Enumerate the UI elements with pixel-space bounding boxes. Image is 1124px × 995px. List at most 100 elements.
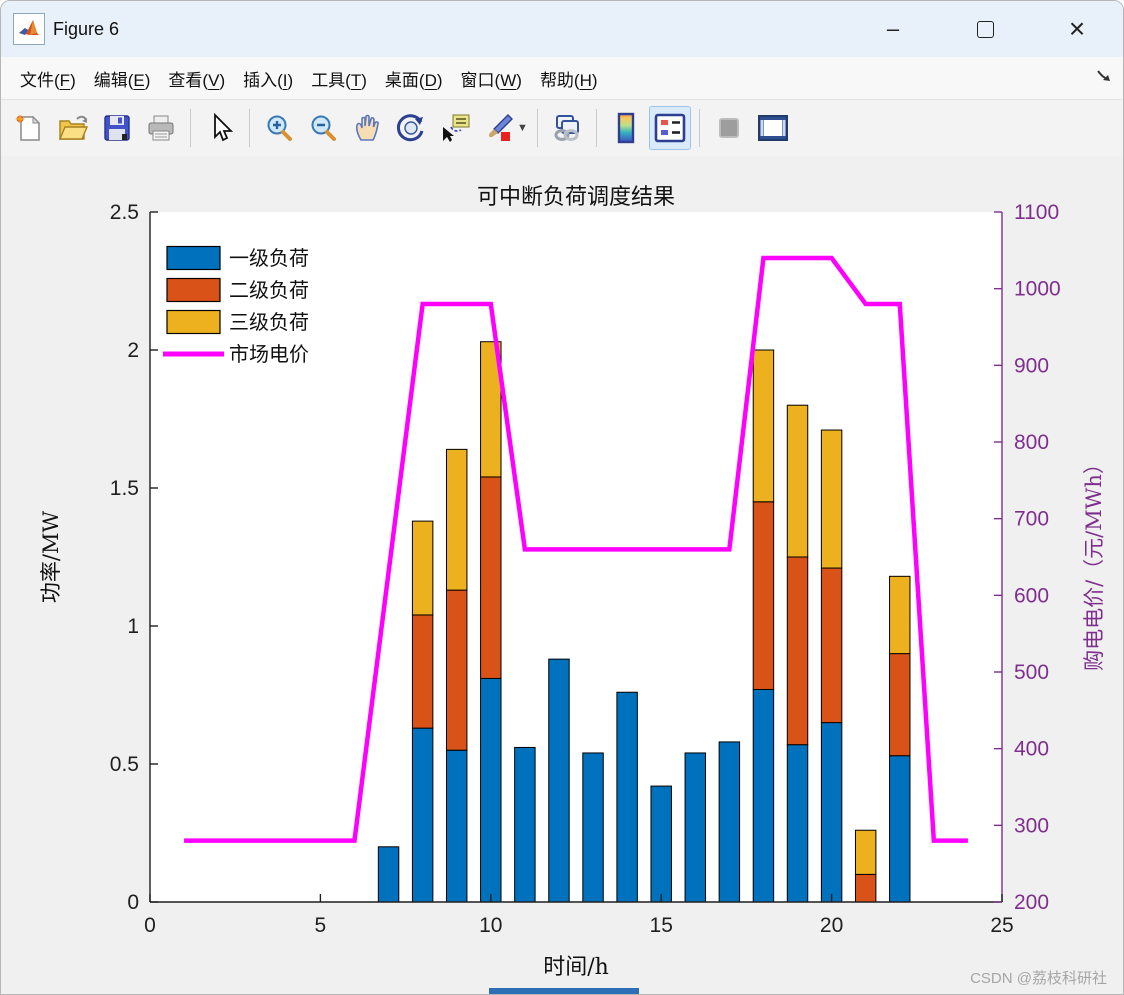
bar-segment — [752, 501, 775, 690]
bar-segment — [786, 744, 809, 903]
y-left-tick-label: 0.5 — [110, 753, 139, 776]
menu-file[interactable]: 文件(F) — [11, 60, 85, 97]
menu-desktop[interactable]: 桌面(D) — [376, 60, 452, 97]
y-right-tick-label: 800 — [1014, 431, 1049, 454]
legend-label: 二级负荷 — [229, 278, 309, 302]
bar-segment — [480, 677, 502, 903]
y-right-tick-label: 1000 — [1014, 278, 1061, 301]
bar-segment — [548, 658, 570, 903]
matlab-logo-icon — [13, 13, 45, 45]
zoom-in-icon[interactable] — [258, 106, 300, 150]
brush-data-icon[interactable] — [478, 106, 520, 150]
x-tick-label: 10 — [479, 914, 502, 937]
bar-segment — [616, 691, 638, 903]
y-left-axis-label: 功率/MW — [39, 511, 63, 604]
legend-label: 三级负荷 — [229, 310, 309, 334]
bar-segment — [752, 688, 775, 903]
brush-dropdown-caret[interactable]: ▼ — [517, 122, 528, 134]
figure-window: Figure 6 – × 文件(F) 编辑(E) 查看(V) 插入(I) 工具(… — [0, 0, 1124, 995]
bar-segment — [445, 589, 468, 751]
x-tick-label: 20 — [820, 914, 843, 937]
insert-colorbar-icon[interactable] — [605, 106, 647, 150]
bar-segment — [889, 755, 911, 903]
toolbar-separator — [595, 109, 597, 147]
close-button[interactable]: × — [1031, 1, 1123, 57]
bar-segment — [820, 567, 843, 724]
bar-segment — [411, 614, 434, 729]
y-right-tick-label: 300 — [1014, 814, 1049, 837]
x-axis-label: 时间/h — [543, 955, 609, 980]
hide-plot-tools-icon[interactable] — [708, 106, 750, 150]
legend-label: 一级负荷 — [229, 246, 309, 270]
toolbar-separator — [249, 109, 250, 147]
dock-figure-icon[interactable] — [1095, 67, 1113, 90]
x-tick-label: 5 — [315, 914, 327, 937]
bar-segment — [820, 722, 843, 903]
menu-insert[interactable]: 插入(I) — [234, 60, 302, 97]
bar-segment — [786, 404, 809, 558]
maximize-button[interactable] — [939, 1, 1031, 57]
x-tick-label: 0 — [144, 914, 156, 937]
legend-swatch — [166, 245, 221, 271]
menu-help[interactable]: 帮助(H) — [531, 60, 607, 97]
bar-segment — [889, 653, 911, 757]
bar-segment — [854, 873, 877, 903]
y-left-tick-label: 0 — [127, 891, 139, 914]
chart-title: 可中断负荷调度结果 — [477, 185, 675, 210]
legend-label: 市场电价 — [229, 342, 309, 366]
title-bar: Figure 6 – × — [1, 1, 1123, 57]
save-figure-icon[interactable] — [96, 106, 138, 150]
y-left-tick-label: 2.5 — [110, 201, 139, 224]
bar-segment — [582, 752, 604, 903]
toolbar-separator — [190, 109, 191, 147]
minimize-button[interactable]: – — [847, 1, 939, 57]
rotate-3d-icon[interactable] — [390, 106, 432, 150]
y-right-tick-label: 400 — [1014, 738, 1049, 761]
y-left-tick-label: 2 — [127, 339, 139, 362]
window-title: Figure 6 — [53, 18, 120, 39]
bar-segment — [445, 448, 468, 591]
maximize-icon — [976, 20, 994, 38]
figure-toolbar: ▼ — [1, 100, 1123, 157]
bar-segment — [411, 727, 434, 903]
bar-segment — [514, 746, 536, 903]
y-right-tick-label: 700 — [1014, 508, 1049, 531]
toolbar-separator — [698, 109, 700, 147]
background-window-fragment — [489, 988, 639, 994]
bar-segment — [650, 785, 672, 903]
data-cursor-icon[interactable] — [434, 106, 476, 150]
y-right-tick-label: 200 — [1014, 891, 1049, 914]
y-right-tick-label: 1100 — [1014, 201, 1059, 224]
zoom-out-icon[interactable] — [302, 106, 344, 150]
legend-swatch — [166, 309, 221, 335]
menu-window[interactable]: 窗口(W) — [452, 60, 531, 97]
chart: 0 0.5 1 1.5 2 2.5 0 5 10 15 20 25200 300 400 500 600 700… — [39, 185, 1106, 980]
x-tick-label: 15 — [650, 914, 673, 937]
menu-view[interactable]: 查看(V) — [159, 60, 234, 97]
watermark: CSDN @荔枝科研社 — [970, 970, 1107, 987]
show-plot-tools-dock-icon[interactable] — [752, 106, 794, 150]
pan-hand-icon[interactable] — [346, 106, 388, 150]
figure-canvas: 0 0.5 1 1.5 2 2.5 0 5 10 15 20 25 200 300 400 500 600 700… — [1, 156, 1123, 994]
insert-legend-icon[interactable] — [648, 106, 691, 150]
menu-edit[interactable]: 编辑(E) — [85, 60, 160, 97]
link-plot-icon[interactable] — [546, 106, 588, 150]
y-left-tick-label: 1.5 — [110, 477, 139, 500]
x-tick-label: 25 — [990, 914, 1013, 937]
edit-plot-pointer-icon[interactable] — [199, 106, 241, 150]
bar-segment — [684, 752, 707, 903]
bar-segment — [480, 476, 502, 679]
new-figure-icon[interactable] — [8, 106, 50, 150]
y-right-axis-label: 购电电价/（元/MWh） — [1082, 453, 1106, 671]
open-file-icon[interactable] — [52, 106, 94, 150]
bar-segment — [889, 575, 911, 655]
bar-segment — [718, 741, 741, 903]
legend-swatch — [166, 277, 221, 303]
bar-segment — [786, 556, 809, 746]
bar-segment — [820, 429, 843, 569]
bar-segment — [411, 520, 434, 616]
y-left-tick-label: 1 — [127, 615, 139, 638]
menu-tools[interactable]: 工具(T) — [302, 60, 376, 97]
print-figure-icon[interactable] — [140, 106, 182, 150]
y-right-tick-label: 500 — [1014, 661, 1049, 684]
